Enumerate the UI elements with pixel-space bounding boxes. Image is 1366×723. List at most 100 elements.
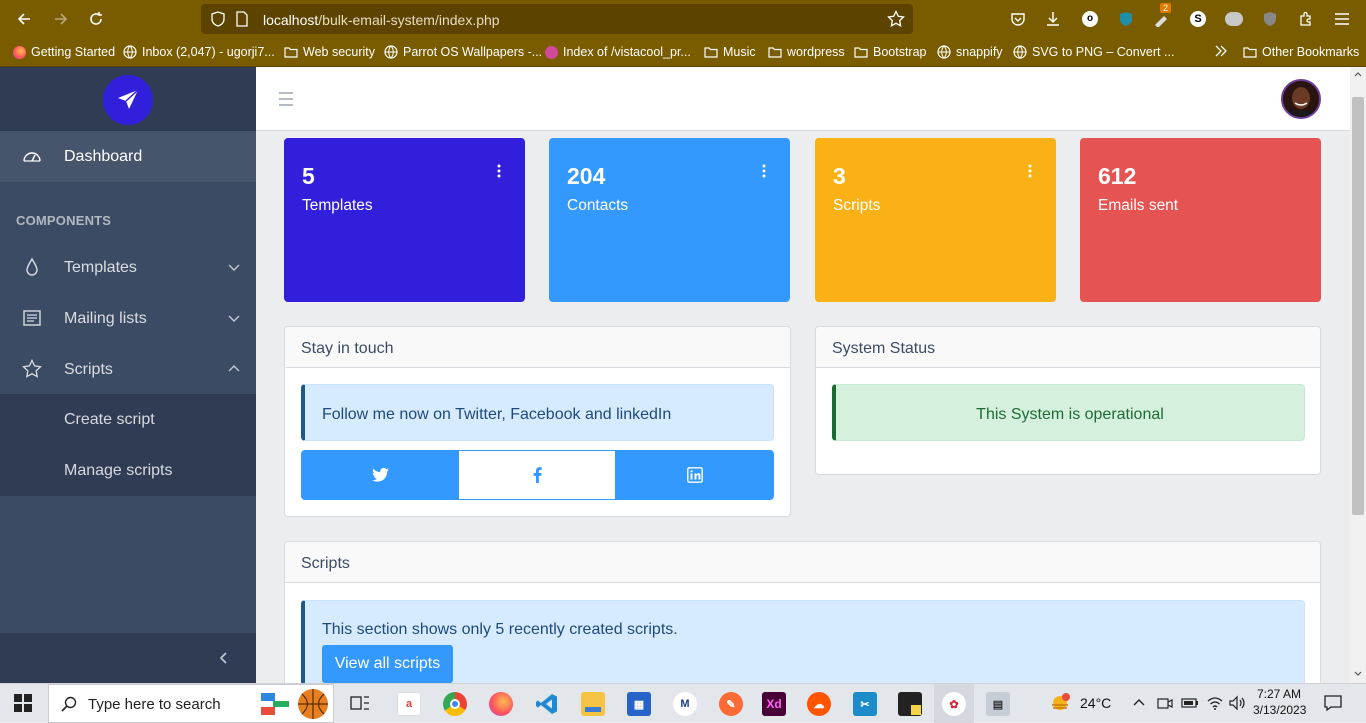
vscode-icon[interactable] — [535, 692, 559, 716]
widget-contacts[interactable]: 204 Contacts — [549, 138, 790, 302]
widget-templates[interactable]: 5 Templates — [284, 138, 525, 302]
scroll-up-icon[interactable] — [1354, 71, 1362, 77]
search-icon — [61, 696, 77, 712]
bookmark-inbox[interactable]: Inbox (2,047) - ugorji7... — [123, 45, 275, 59]
task-view-icon[interactable] — [350, 694, 370, 712]
bookmark-bootstrap[interactable]: Bootstrap — [854, 45, 927, 59]
sidebar-item-create-script[interactable]: Create script — [0, 394, 256, 445]
snipping-tool-icon[interactable]: ✂ — [853, 692, 877, 716]
battery-icon[interactable] — [1181, 696, 1199, 710]
meet-now-icon[interactable] — [1157, 695, 1173, 711]
view-all-scripts-button[interactable]: View all scripts — [322, 645, 453, 683]
bookmark-parrot-os[interactable]: Parrot OS Wallpapers -... — [384, 45, 542, 59]
windows-start-icon[interactable] — [14, 694, 32, 712]
bookmark-svg-to-png[interactable]: SVG to PNG – Convert ... — [1013, 45, 1174, 59]
linkedin-button[interactable] — [615, 450, 774, 500]
folder-icon — [704, 45, 718, 59]
more-vertical-icon[interactable] — [495, 163, 503, 179]
facebook-button[interactable] — [459, 451, 615, 499]
soundcloud-icon[interactable]: ☁ — [807, 692, 831, 716]
bookmark-music[interactable]: Music — [704, 45, 756, 59]
active-app-highlight[interactable]: ✿ — [934, 684, 974, 723]
more-vertical-icon[interactable] — [1026, 163, 1034, 179]
extensions-puzzle-icon[interactable] — [1296, 9, 1316, 29]
file-explorer-icon[interactable] — [581, 692, 605, 716]
shield-icon[interactable] — [211, 11, 225, 27]
download-icon[interactable] — [1043, 9, 1063, 29]
app-icon-m[interactable]: M — [673, 692, 697, 716]
bookmarks-overflow-chevron-icon[interactable] — [1214, 45, 1228, 57]
photos-icon[interactable]: ▤ — [986, 692, 1010, 716]
reload-icon[interactable] — [85, 8, 107, 30]
extension-o-icon[interactable]: o — [1080, 9, 1100, 29]
follow-message: Follow me now on Twitter, Facebook and l… — [301, 384, 774, 441]
eyes-extension-icon[interactable] — [1224, 9, 1244, 29]
other-bookmarks[interactable]: Other Bookmarks — [1243, 45, 1359, 59]
forward-arrow-icon[interactable] — [50, 8, 72, 30]
sticky-notes-icon[interactable] — [898, 692, 922, 716]
ublock-icon[interactable] — [1260, 9, 1280, 29]
sidebar-item-scripts[interactable]: Scripts — [0, 344, 256, 395]
chevron-up-icon[interactable] — [1133, 698, 1145, 706]
widget-label: Emails sent — [1098, 197, 1179, 214]
bookmark-getting-started[interactable]: Getting Started — [12, 45, 115, 59]
hamburger-menu-icon[interactable] — [278, 92, 294, 106]
facebook-icon — [533, 467, 542, 483]
notifications-icon[interactable] — [1324, 694, 1342, 712]
extension-badge-icon[interactable]: 2 — [1152, 3, 1172, 29]
sidebar-section-title: COMPONENTS — [16, 213, 112, 228]
other-bookmarks-label: Other Bookmarks — [1262, 45, 1360, 59]
sidebar-item-dashboard[interactable]: Dashboard — [0, 131, 256, 182]
scroll-down-icon[interactable] — [1354, 671, 1362, 677]
chevron-down-icon — [227, 260, 241, 274]
store-icon[interactable]: ▦ — [627, 692, 651, 716]
widget-emails-sent[interactable]: 612 Emails sent — [1080, 138, 1321, 302]
windows-taskbar: Type here to search a ▦ M ✎ Xd ☁ ✂ ✿ ▤ 2… — [0, 683, 1366, 723]
sidebar-item-label: Templates — [64, 258, 137, 276]
clock[interactable]: 7:27 AM 3/13/2023 — [1253, 686, 1306, 718]
avatar[interactable] — [1281, 79, 1321, 119]
stay-in-touch-card: Stay in touch Follow me now on Twitter, … — [284, 326, 791, 517]
s-extension-icon[interactable]: S — [1188, 9, 1208, 29]
paint-icon[interactable]: ✿ — [942, 692, 966, 716]
bookmark-snappify[interactable]: snappify — [937, 45, 1003, 59]
wifi-icon[interactable] — [1206, 695, 1224, 711]
chevron-down-icon — [227, 311, 241, 325]
postman-icon[interactable]: ✎ — [719, 692, 743, 716]
page-icon[interactable] — [236, 11, 248, 27]
volume-icon[interactable] — [1229, 695, 1247, 711]
bookmark-wordpress[interactable]: wordpress — [768, 45, 845, 59]
sidebar-item-manage-scripts[interactable]: Manage scripts — [0, 445, 256, 496]
paper-plane-logo-icon[interactable] — [103, 75, 153, 125]
sidebar-item-label: Manage scripts — [64, 461, 173, 479]
firefox-icon[interactable] — [489, 692, 513, 716]
widget-value: 612 — [1098, 163, 1137, 189]
chrome-icon[interactable] — [443, 692, 467, 716]
sidebar-item-templates[interactable]: Templates — [0, 242, 256, 293]
twitter-button[interactable] — [301, 450, 459, 500]
scripts-info-message: This section shows only 5 recently creat… — [322, 621, 678, 638]
taskbar-search-input[interactable]: Type here to search — [48, 684, 334, 723]
pocket-icon[interactable] — [1008, 9, 1028, 29]
url-text[interactable]: localhost/bulk-email-system/index.php — [263, 12, 500, 28]
bookmark-web-security[interactable]: Web security — [284, 45, 375, 59]
app-icon-a[interactable]: a — [397, 692, 421, 716]
widget-label: Templates — [302, 197, 373, 214]
sidebar-brand[interactable] — [0, 67, 256, 131]
vpn-shield-icon[interactable] — [1116, 9, 1136, 29]
back-arrow-icon[interactable] — [13, 8, 35, 30]
site-icon — [544, 45, 558, 59]
widget-scripts[interactable]: 3 Scripts — [815, 138, 1056, 302]
more-vertical-icon[interactable] — [760, 163, 768, 179]
menu-icon[interactable] — [1332, 9, 1352, 29]
bookmark-index-vistacool[interactable]: Index of /vistacool_pr... — [544, 45, 691, 59]
drop-icon — [22, 257, 42, 277]
adobe-xd-icon[interactable]: Xd — [762, 692, 786, 716]
globe-icon — [384, 45, 398, 59]
star-icon[interactable] — [887, 10, 905, 28]
sidebar-item-mailing-lists[interactable]: Mailing lists — [0, 293, 256, 344]
sidebar-minimizer-button[interactable] — [0, 633, 256, 683]
weather-sun-icon[interactable] — [1048, 691, 1072, 715]
scrollbar-thumb[interactable] — [1352, 97, 1364, 515]
url-bar[interactable]: localhost/bulk-email-system/index.php — [201, 4, 913, 34]
